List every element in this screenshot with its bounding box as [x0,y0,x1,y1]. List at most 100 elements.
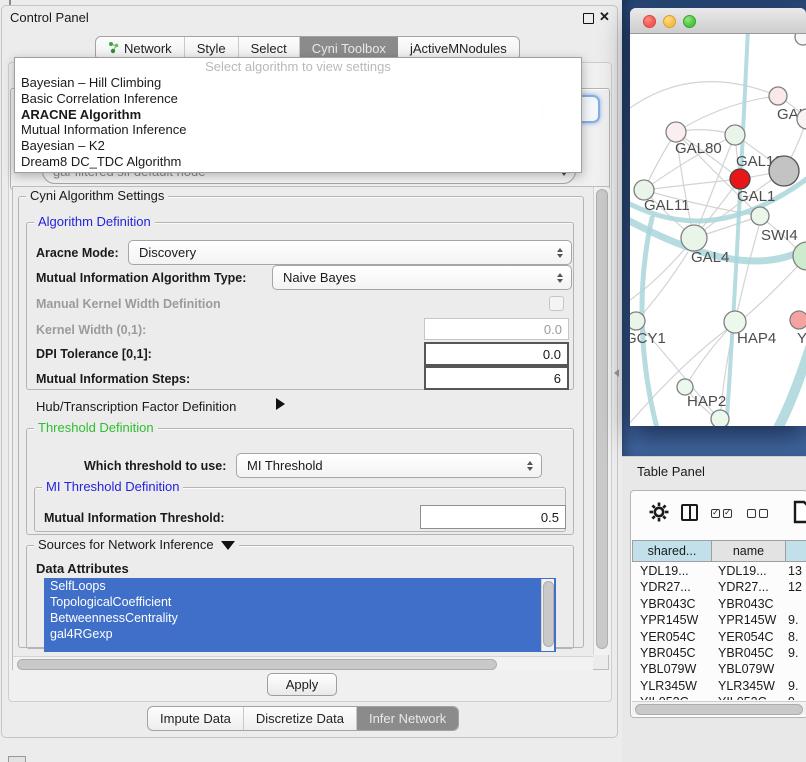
node-gal[interactable] [769,87,787,105]
hub-definition-label[interactable]: Hub/Transcription Factor Definition [36,399,236,414]
algorithm-dropdown-popup: Select algorithm to view settings Bayesi… [14,57,582,173]
gear-icon[interactable] [649,502,669,527]
columns-icon[interactable] [681,504,698,521]
node-label-gal11: GAL11 [644,197,690,214]
combo-arrows-icon [557,248,563,258]
network-highlight-edge[interactable] [776,348,806,426]
table-rows: YDL19...YDL19...13YDR27...YDR27...12YBR0… [630,564,806,700]
data-attributes-list[interactable]: SelfLoopsTopologicalCoefficientBetweenne… [44,578,556,652]
node-y[interactable] [790,311,806,329]
attribute-item-partial[interactable] [44,642,556,652]
tab-label: Infer Network [369,711,446,726]
network-edge[interactable] [630,82,778,114]
attributes-scrollbar[interactable] [541,579,554,651]
bottom-tabbar: Impute DataDiscretize Data Infer Network [147,706,459,731]
table-cell: YBR043C [640,597,696,611]
table-row[interactable]: YLR345WYLR345W9. [630,679,806,695]
node-unlabeled[interactable] [795,34,806,45]
aracne-mode-value: Discovery [139,245,196,260]
mi-type-combo[interactable]: Naive Bayes [272,265,572,290]
settings-vertical-scrollbar-thumb[interactable] [596,189,608,649]
manual-kernel-checkbox[interactable] [549,296,564,311]
column-header-3[interactable] [786,540,806,562]
tab-discretize-data[interactable]: Discretize Data [244,707,357,730]
sources-title[interactable]: Sources for Network Inference [34,538,239,552]
close-traffic-icon[interactable] [643,15,656,28]
aracne-mode-combo[interactable]: Discovery [128,240,572,265]
attribute-item-gal4rgexp[interactable]: gal4RGexp [44,626,556,642]
node-gal1[interactable] [751,207,769,225]
combo-arrows-icon [557,273,563,283]
table-row[interactable]: YIL052CYIL052C9 [630,695,806,700]
table-row[interactable]: YER054CYER054C8. [630,630,806,646]
algorithm-option-basic-correlation-inference[interactable]: Basic Correlation Inference [15,91,581,107]
dpi-tolerance-field[interactable]: 0.0 [424,342,569,366]
node-unlabeled[interactable] [769,156,799,186]
select-all-icon[interactable]: ✓✓ [711,509,732,518]
table-row[interactable]: YBL079WYBL079W [630,662,806,678]
network-canvas[interactable]: GALGAL80GAL10GAL1GAL11SWI4GAL4GCY1HAP4YH… [630,34,806,426]
algorithm-option-bayesian-hill-climbing[interactable]: Bayesian – Hill Climbing [15,75,581,91]
algorithm-list: Bayesian – Hill ClimbingBasic Correlatio… [15,75,581,170]
deselect-all-icon[interactable] [747,509,768,518]
node-gal10[interactable] [725,125,745,145]
table-cell: YPR145W [640,613,698,627]
expand-right-icon[interactable] [276,398,285,410]
algorithm-definition-title: Algorithm Definition [34,215,155,229]
dock-icon-partial[interactable] [8,756,26,762]
algorithm-option-dream8-dc-tdc-algorithm[interactable]: Dream8 DC_TDC Algorithm [15,154,581,170]
node-gal80[interactable] [666,122,686,142]
table-horizontal-scrollbar[interactable] [632,701,806,715]
dpi-tolerance-label: DPI Tolerance [0,1]: [36,347,152,361]
mi-threshold-field[interactable]: 0.5 [420,505,566,529]
column-header-name[interactable]: name [712,540,786,562]
network-edge[interactable] [676,96,778,132]
attribute-item-betweennesscentrality[interactable]: BetweennessCentrality [44,610,556,626]
node-gal4[interactable] [681,225,707,251]
settings-horizontal-scrollbar-thumb[interactable] [17,659,497,670]
settings-vertical-scrollbar[interactable] [593,187,609,655]
table-row[interactable]: YBR043CYBR043C [630,597,806,613]
table-horizontal-scrollbar-thumb[interactable] [635,704,803,715]
network-edge[interactable] [685,322,735,387]
screen: Control Panel ✕ NetworkStyleSelectCyni T… [0,0,806,762]
network-edge[interactable] [644,179,740,190]
node-label-gcy1: GCY1 [630,330,666,347]
float-window-icon[interactable] [583,13,594,24]
attribute-item-topologicalcoefficient[interactable]: TopologicalCoefficient [44,594,556,610]
settings-horizontal-scrollbar[interactable] [13,656,593,670]
table-row[interactable]: YDL19...YDL19...13 [630,564,806,580]
network-highlight-edge[interactable] [726,34,748,426]
kernel-width-field[interactable]: 0.0 [424,318,569,340]
table-cell: 9. [788,646,798,660]
network-window-titlebar[interactable] [630,8,806,34]
node-gcy1[interactable] [630,312,645,330]
network-window[interactable]: GALGAL80GAL10GAL1GAL11SWI4GAL4GCY1HAP4YH… [630,8,806,426]
close-icon[interactable]: ✕ [599,9,610,25]
node-unlabeled[interactable] [730,169,750,189]
attribute-item-selfloops[interactable]: SelfLoops [44,578,556,594]
collapse-down-icon [221,541,235,550]
algorithm-option-bayesian-k2[interactable]: Bayesian – K2 [15,138,581,154]
minimize-traffic-icon[interactable] [663,15,676,28]
algorithm-option-mutual-information-inference[interactable]: Mutual Information Inference [15,122,581,138]
algorithm-option-aracne-algorithm[interactable]: ARACNE Algorithm [15,107,581,123]
table-cell: YDL19... [640,564,689,578]
table-row[interactable]: YDR27...YDR27...12 [630,580,806,596]
table-row[interactable]: YPR145WYPR145W9. [630,613,806,629]
column-header-shared[interactable]: shared... [632,540,712,562]
mi-steps-field[interactable]: 6 [424,366,569,390]
table-cell: YLR345W [718,679,775,693]
tab-impute-data[interactable]: Impute Data [148,707,244,730]
attributes-scrollbar-thumb[interactable] [543,581,554,647]
table-cell: 8. [788,630,798,644]
tab-infer-network[interactable]: Infer Network [357,707,458,730]
which-threshold-combo[interactable]: MI Threshold [236,453,542,478]
zoom-traffic-icon[interactable] [683,15,696,28]
apply-button[interactable]: Apply [267,673,337,696]
node-unlabeled[interactable] [711,410,729,426]
table-cell: YLR345W [640,679,697,693]
split-pane-collapse-icon[interactable] [614,369,619,377]
table-row[interactable]: YBR045CYBR045C9. [630,646,806,662]
document-icon[interactable] [793,500,806,529]
